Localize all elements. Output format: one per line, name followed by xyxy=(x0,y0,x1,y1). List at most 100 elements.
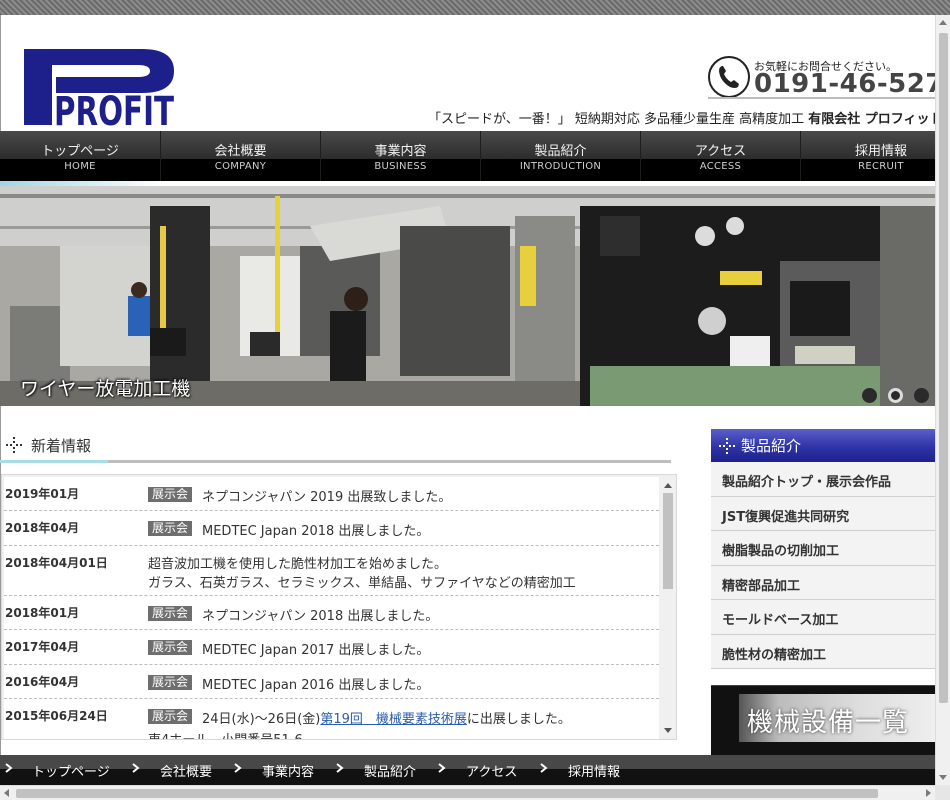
nav-access[interactable]: アクセス ACCESS xyxy=(640,131,800,181)
nav-label-en: ACCESS xyxy=(699,161,742,172)
news-text: 24日(水)～26日(金)第19回 機械要素技術展に出展しました。 xyxy=(202,708,571,727)
news-text: ネプコンジャパン 2018 出展しました。 xyxy=(202,609,439,624)
sidebar-item-products-top[interactable]: 製品紹介トップ・展示会作品 xyxy=(711,462,935,497)
news-item: 2015年06月24日 展示会 24日(水)～26日(金)第19回 機械要素技術… xyxy=(4,699,659,739)
crosshair-icon xyxy=(6,437,22,453)
equipment-list-banner[interactable]: 機械設備一覧 xyxy=(711,685,935,755)
global-nav: トップページ HOME 会社概要 COMPANY 事業内容 BUSINESS 製… xyxy=(0,131,935,181)
news-heading: 新着情報 xyxy=(6,431,671,459)
slide-dot-active[interactable] xyxy=(888,388,903,403)
nav-recruit[interactable]: 採用情報 RECRUIT xyxy=(800,131,935,181)
sidebar-item-jst[interactable]: JST復興促進共同研究 xyxy=(711,496,935,531)
news-item: 2018年01月 展示会 ネプコンジャパン 2018 出展しました。 xyxy=(4,596,659,630)
page-vertical-scrollbar[interactable] xyxy=(935,15,950,785)
contact-block: お気軽にお問合せください。 0191-46-5273 xyxy=(708,56,950,100)
footer-link-home[interactable]: トップページ xyxy=(32,761,110,780)
news-item: 2018年04月01日 超音波加工機を使用した脆性材加工を始めました。 ガラス、… xyxy=(4,546,659,596)
scroll-left-icon[interactable] xyxy=(4,789,9,797)
nav-label-en: INTRODUCTION xyxy=(519,161,602,172)
news-text: MEDTEC Japan 2017 出展しました。 xyxy=(202,643,430,658)
news-underline xyxy=(0,460,671,463)
scroll-thumb[interactable] xyxy=(939,33,948,703)
scroll-thumb[interactable] xyxy=(16,789,878,798)
top-stripe xyxy=(0,0,950,15)
footer-link-access[interactable]: アクセス xyxy=(466,761,517,780)
sidebar-menu: 製品紹介トップ・展示会作品 JST復興促進共同研究 樹脂製品の切削加工 精密部品… xyxy=(711,462,935,669)
news-date: 2018年01月 xyxy=(5,606,80,620)
nav-company[interactable]: 会社概要 COMPANY xyxy=(160,131,320,181)
news-tag: 展示会 xyxy=(148,606,193,621)
scrollbar-corner xyxy=(935,785,950,800)
chevron-right-icon xyxy=(132,763,140,773)
profit-logo[interactable]: PROFIT xyxy=(22,47,178,135)
nav-label-jp: 会社概要 xyxy=(214,144,267,159)
sidebar-item-moldbase[interactable]: モールドベース加工 xyxy=(711,600,935,635)
sidebar-item-brittle[interactable]: 脆性材の精密加工 xyxy=(711,634,935,669)
nav-business[interactable]: 事業内容 BUSINESS xyxy=(320,131,480,181)
slide-dot[interactable] xyxy=(914,388,929,403)
tagline: 「スピードが、一番！」 短納期対応 多品種少量生産 高精度加工 有限会社 プロフ… xyxy=(428,108,943,127)
nav-label-jp: 採用情報 xyxy=(854,144,907,159)
news-text: ネプコンジャパン 2019 出展致しました。 xyxy=(202,490,452,505)
sidebar-heading: 製品紹介 xyxy=(711,429,935,462)
sidebar-item-label: 脆性材の精密加工 xyxy=(722,647,827,663)
news-text-pre: 24日(水)～26日(金) xyxy=(202,712,321,727)
sidebar-item-label: 樹脂製品の切削加工 xyxy=(722,544,840,559)
news-title: 新着情報 xyxy=(31,437,92,455)
news-tag: 展示会 xyxy=(148,521,193,536)
scroll-up-icon[interactable] xyxy=(664,483,672,488)
footer-link-company[interactable]: 会社概要 xyxy=(160,761,212,780)
news-scroll-area[interactable]: 2019年01月 展示会 ネプコンジャパン 2019 出展致しました。 2018… xyxy=(4,477,659,739)
news-tag: 展示会 xyxy=(148,487,193,502)
news-date: 2015年06月24日 xyxy=(5,709,108,723)
sidebar-item-label: JST復興促進共同研究 xyxy=(722,509,850,525)
company-name: 有限会社 プロフィット xyxy=(808,112,943,127)
hero-slideshow[interactable] xyxy=(0,186,935,406)
nav-home[interactable]: トップページ HOME xyxy=(0,131,160,181)
news-item: 2017年04月 展示会 MEDTEC Japan 2017 出展しました。 xyxy=(4,630,659,665)
scroll-down-icon[interactable] xyxy=(664,728,672,733)
chevron-right-icon xyxy=(234,763,242,773)
sidebar-item-precision[interactable]: 精密部品加工 xyxy=(711,565,935,600)
logo-wordmark: PROFIT xyxy=(54,89,175,127)
hero-photo xyxy=(0,186,935,406)
news-date: 2019年01月 xyxy=(5,487,80,501)
chevron-right-icon xyxy=(5,763,13,773)
scroll-thumb[interactable] xyxy=(663,493,673,589)
news-date: 2018年04月 xyxy=(5,521,80,535)
phone-icon xyxy=(708,56,750,98)
news-date: 2016年04月 xyxy=(5,675,80,689)
crosshair-icon xyxy=(719,438,735,454)
sidebar-title: 製品紹介 xyxy=(741,437,802,455)
scroll-up-icon[interactable] xyxy=(939,20,947,25)
nav-label-en: RECRUIT xyxy=(858,161,904,172)
news-scrollbar[interactable] xyxy=(661,477,675,739)
nav-label-jp: トップページ xyxy=(41,144,119,159)
news-text-line2: ガラス、石英ガラス、セラミックス、単結晶、サファイヤなどの精密加工 xyxy=(148,576,576,591)
tagline-text: 「スピードが、一番！」 短納期対応 多品種少量生産 高精度加工 xyxy=(428,112,805,127)
nav-label-jp: 事業内容 xyxy=(374,144,427,159)
sidebar-item-resin[interactable]: 樹脂製品の切削加工 xyxy=(711,531,935,566)
news-tag: 展示会 xyxy=(148,640,193,655)
news-date: 2017年04月 xyxy=(5,640,80,654)
footer-link-products[interactable]: 製品紹介 xyxy=(364,761,416,780)
chevron-right-icon xyxy=(540,763,548,773)
page-horizontal-scrollbar[interactable] xyxy=(0,785,935,800)
contact-divider xyxy=(708,97,935,99)
expo-link[interactable]: 第19回 機械要素技術展 xyxy=(320,712,467,727)
phone-number[interactable]: 0191-46-5273 xyxy=(754,69,950,99)
nav-label-en: HOME xyxy=(64,161,96,172)
nav-introduction[interactable]: 製品紹介 INTRODUCTION xyxy=(480,131,640,181)
sidebar-item-label: 精密部品加工 xyxy=(722,578,801,594)
news-text: 超音波加工機を使用した脆性材加工を始めました。 xyxy=(148,557,448,572)
footer-link-business[interactable]: 事業内容 xyxy=(262,761,314,780)
footer-link-recruit[interactable]: 採用情報 xyxy=(568,761,620,780)
scroll-right-icon[interactable] xyxy=(926,789,931,797)
nav-label-en: BUSINESS xyxy=(374,161,427,172)
slide-dot[interactable] xyxy=(862,388,877,403)
news-item: 2016年04月 展示会 MEDTEC Japan 2016 出展しました。 xyxy=(4,665,659,699)
news-tag: 展示会 xyxy=(148,709,193,724)
news-tag: 展示会 xyxy=(148,675,193,690)
scroll-down-icon[interactable] xyxy=(939,775,947,780)
sidebar-item-label: モールドベース加工 xyxy=(722,613,839,628)
